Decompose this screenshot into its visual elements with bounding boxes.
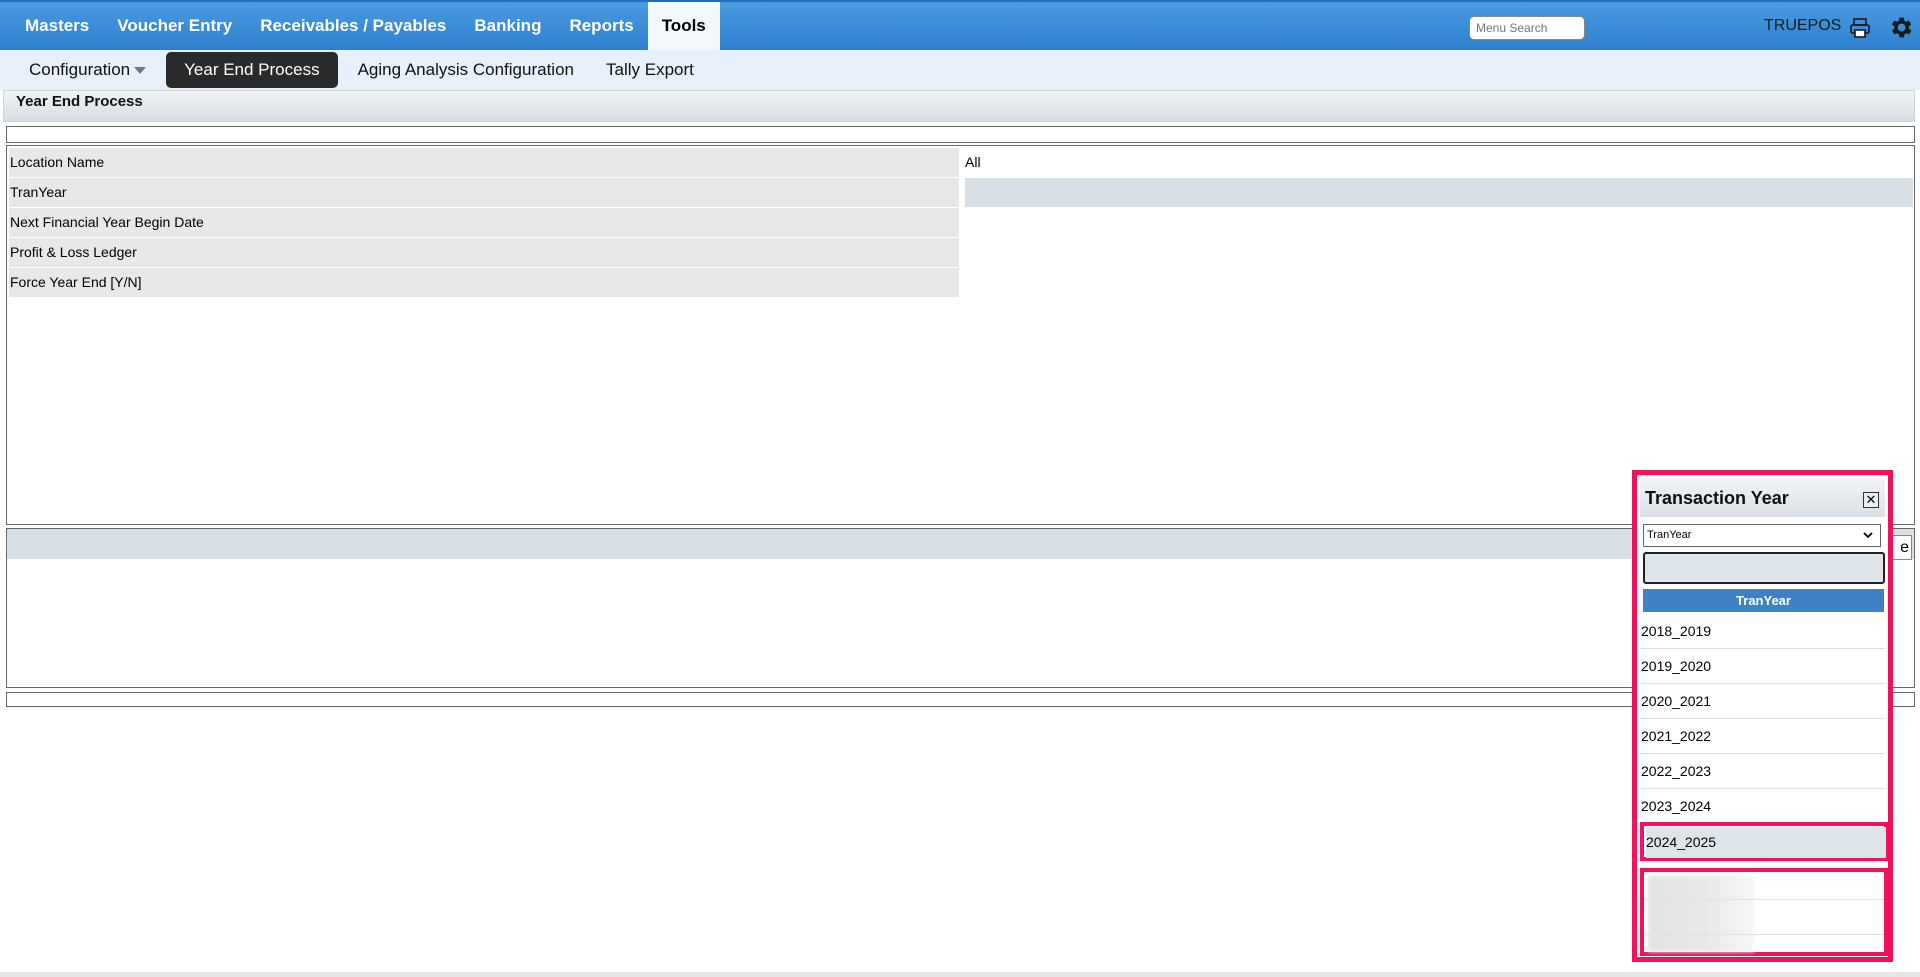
popup-search-input[interactable] — [1643, 552, 1885, 584]
list-item[interactable]: 2018_2019 — [1640, 614, 1885, 649]
list-item[interactable]: 2020_2021 — [1640, 684, 1885, 719]
caret-down-icon — [134, 67, 147, 75]
nav-masters[interactable]: Masters — [11, 2, 103, 50]
chevron-down-icon — [1863, 532, 1873, 539]
top-nav-bar: Masters Voucher Entry Receivables / Paya… — [0, 0, 1920, 50]
form-label-next-fy-begin-date: Next Financial Year Begin Date — [9, 208, 959, 237]
gear-icon[interactable] — [1887, 14, 1914, 41]
panel-header: Year End Process — [3, 90, 1915, 122]
subnav-aging-analysis-configuration[interactable]: Aging Analysis Configuration — [342, 52, 590, 88]
toolbar-strip — [6, 126, 1915, 143]
user-name: TRUEPOS — [1764, 17, 1842, 34]
transaction-year-popup-highlight: Transaction Year ✕ TranYear TranYear 201… — [1632, 470, 1893, 962]
selected-list-item-label: 2024_2025 — [1646, 827, 1886, 858]
form-label-profit-loss-ledger: Profit & Loss Ledger — [9, 238, 959, 267]
close-icon[interactable]: ✕ — [1863, 492, 1879, 508]
tranyear-field[interactable] — [965, 178, 1913, 207]
profit-loss-ledger-field[interactable] — [965, 238, 1913, 267]
subnav-configuration-label: Configuration — [29, 60, 131, 79]
transaction-year-popup: Transaction Year ✕ TranYear TranYear 201… — [1640, 478, 1888, 956]
list-item[interactable]: 2021_2022 — [1640, 719, 1885, 754]
print-icon[interactable] — [1849, 17, 1871, 39]
sub-nav: Configuration Year End Process Aging Ana… — [0, 50, 1920, 90]
page-title: Year End Process — [16, 93, 143, 110]
nav-reports[interactable]: Reports — [555, 2, 647, 50]
subnav-configuration[interactable]: Configuration — [13, 52, 162, 88]
top-nav: Masters Voucher Entry Receivables / Paya… — [0, 2, 720, 52]
bottom-rule — [0, 972, 1920, 977]
form-label-location-name: Location Name — [9, 148, 959, 177]
form-label-tranyear: TranYear — [9, 178, 959, 207]
nav-banking[interactable]: Banking — [460, 2, 555, 50]
footer-strip — [6, 692, 1915, 707]
sub-nav-bar: Configuration Year End Process Aging Ana… — [0, 50, 1920, 90]
form-label-force-year-end: Force Year End [Y/N] — [9, 268, 959, 297]
year-end-form: Location Name All TranYear Next Financia… — [6, 145, 1915, 525]
location-name-value[interactable]: All — [965, 148, 981, 177]
grid-column-header: TranYear — [1643, 589, 1884, 612]
lower-grid-header — [7, 529, 1914, 559]
next-fy-begin-date-field[interactable] — [965, 208, 1913, 237]
nav-voucher-entry[interactable]: Voucher Entry — [103, 2, 246, 50]
row-divider — [1644, 934, 1884, 935]
subnav-year-end-process[interactable]: Year End Process — [166, 52, 338, 88]
lower-grid-panel: e — [6, 528, 1915, 688]
row-divider — [1644, 899, 1884, 900]
popup-select-value: TranYear — [1647, 529, 1692, 541]
popup-column-select[interactable]: TranYear — [1643, 524, 1881, 547]
nav-receivables-payables[interactable]: Receivables / Payables — [246, 2, 460, 50]
nav-tools[interactable]: Tools — [647, 2, 720, 50]
empty-rows-area — [1640, 868, 1888, 956]
subnav-tally-export[interactable]: Tally Export — [590, 52, 710, 88]
list-item[interactable]: 2023_2024 — [1640, 789, 1885, 824]
blurred-content — [1648, 876, 1754, 952]
list-item[interactable]: 2022_2023 — [1640, 754, 1885, 789]
popup-header: Transaction Year ✕ — [1640, 478, 1885, 517]
force-year-end-field[interactable] — [965, 268, 1913, 297]
list-item[interactable]: 2019_2020 — [1640, 649, 1885, 684]
menu-search-input[interactable] — [1469, 16, 1585, 40]
popup-title: Transaction Year — [1645, 488, 1789, 508]
selected-list-item[interactable]: 2024_2025 — [1640, 822, 1888, 861]
